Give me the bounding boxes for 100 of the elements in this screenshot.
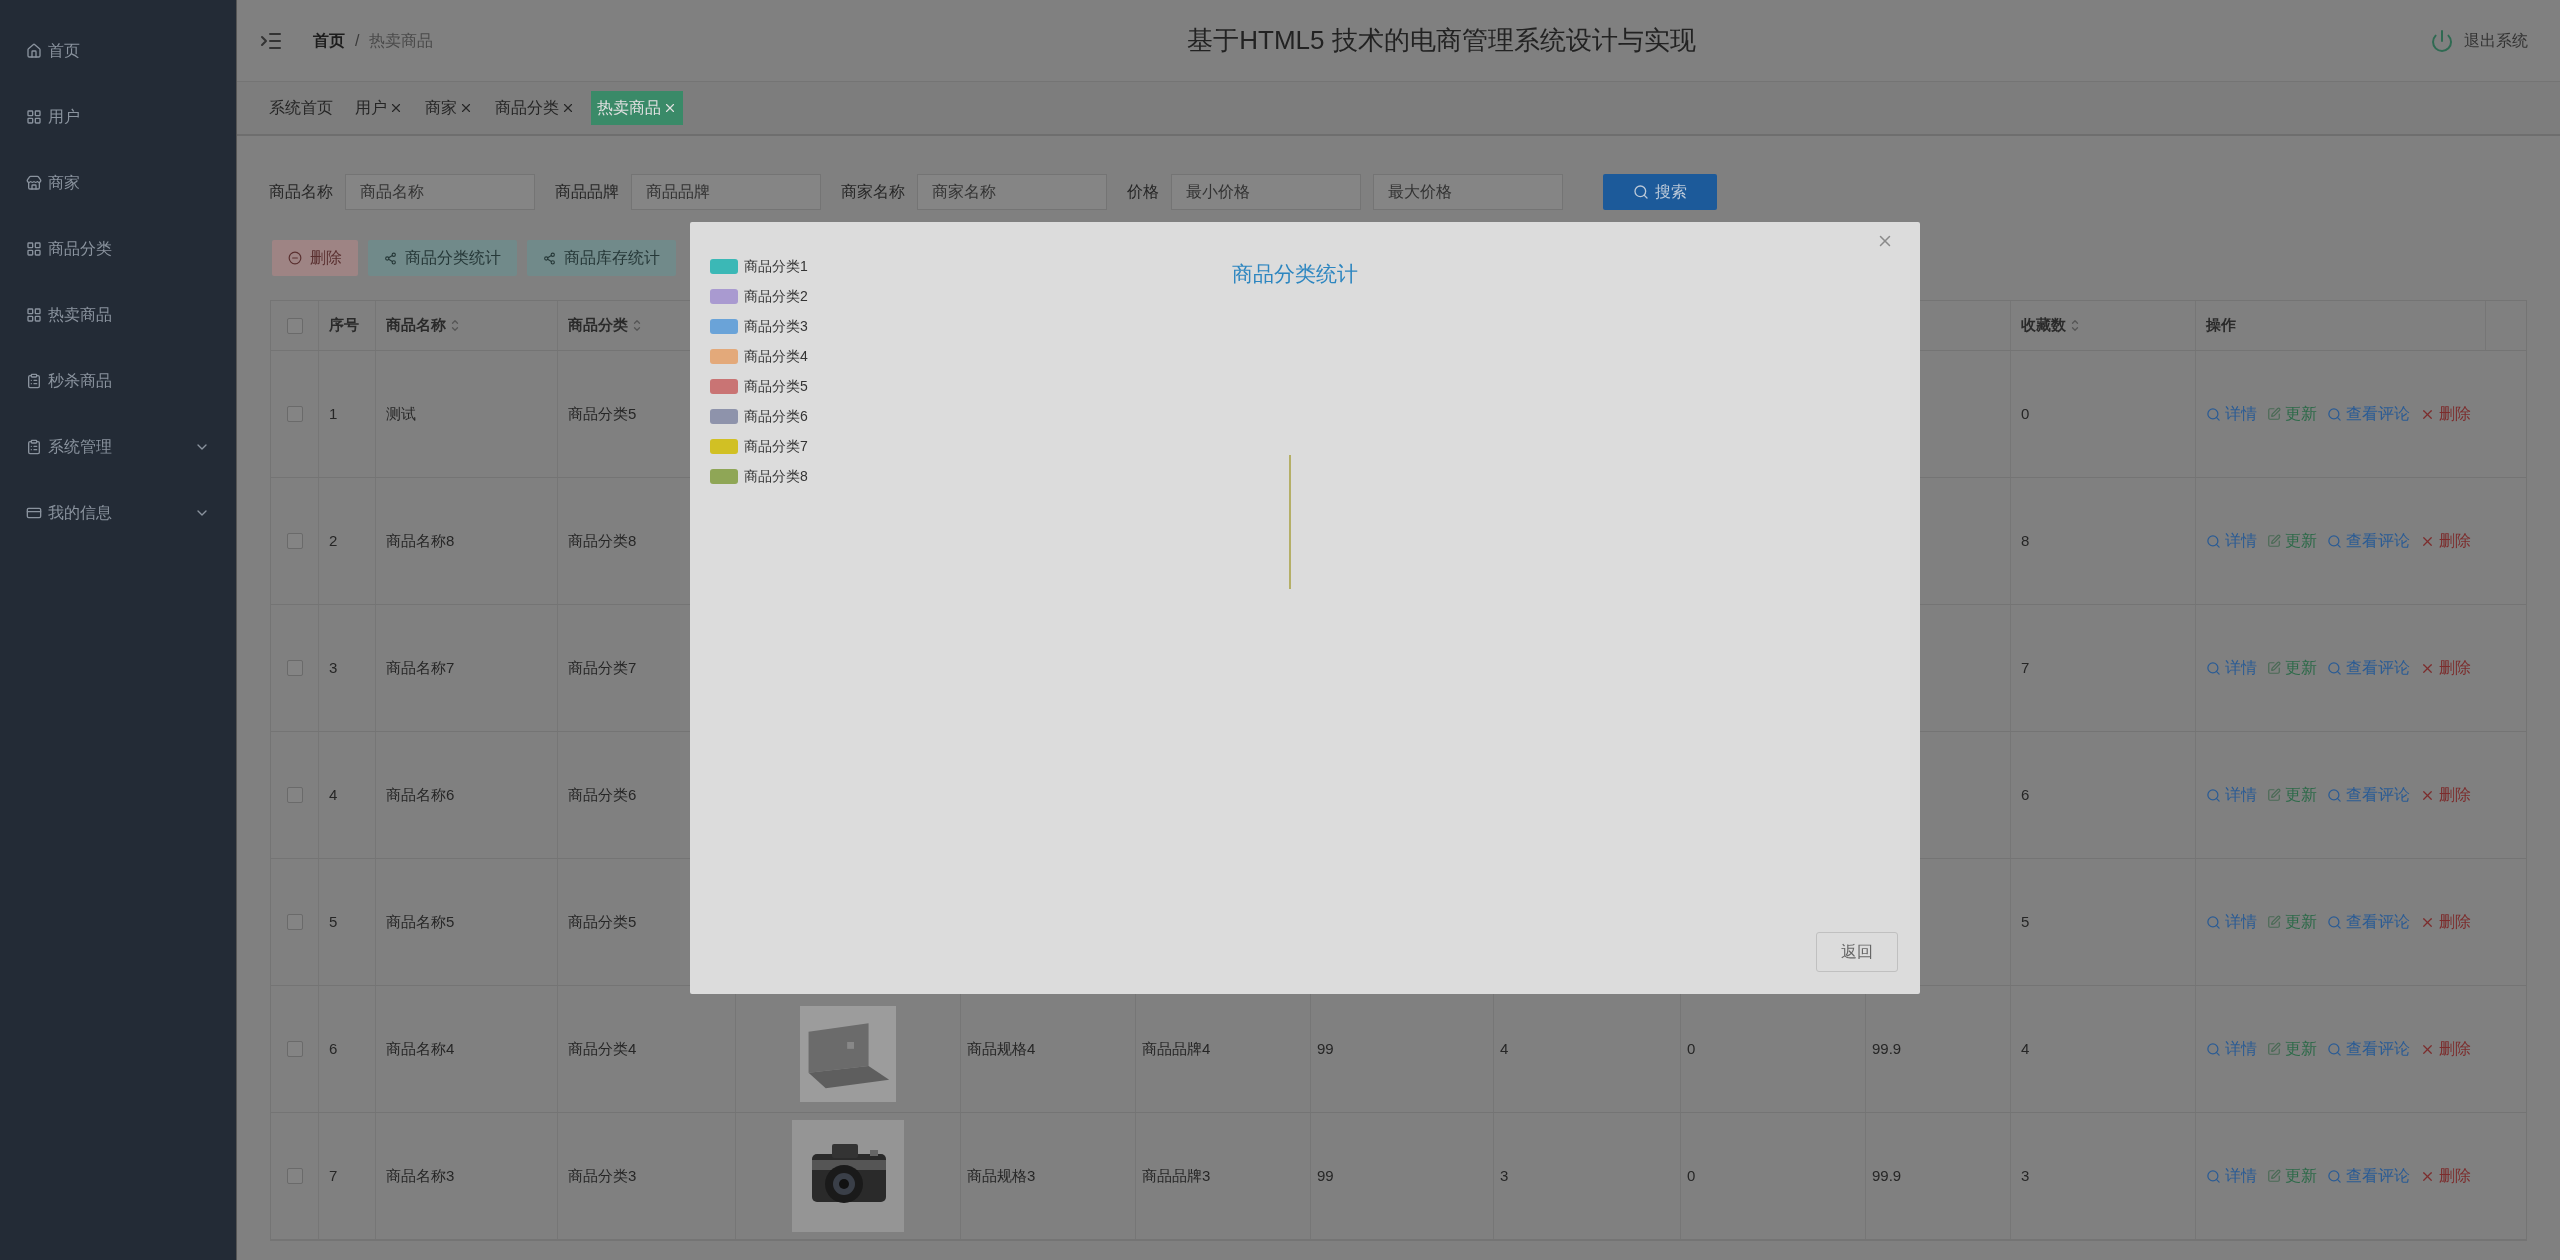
action-link[interactable]: 更新 bbox=[2267, 656, 2317, 680]
table-cell-text: 4 bbox=[2021, 1038, 2030, 1059]
action-link[interactable]: 删除 bbox=[2420, 529, 2471, 553]
tab[interactable]: 系统首页 bbox=[263, 91, 339, 125]
sidebar-item[interactable]: 首页 bbox=[0, 36, 236, 66]
input-field[interactable]: 商家名称 bbox=[917, 174, 1107, 210]
sidebar-item[interactable]: 热卖商品 bbox=[0, 300, 236, 330]
sidebar-item[interactable]: 秒杀商品 bbox=[0, 366, 236, 396]
table-cell-text: 商品分类5 bbox=[568, 403, 637, 424]
close-icon[interactable] bbox=[459, 101, 473, 115]
logout-button[interactable]: 退出系统 bbox=[2430, 28, 2528, 53]
action-link[interactable]: 查看评论 bbox=[2327, 910, 2410, 934]
table-cell-text: 0 bbox=[1687, 1038, 1696, 1059]
table-cell-text: 测试 bbox=[386, 403, 416, 424]
close-icon[interactable] bbox=[389, 101, 403, 115]
action-link[interactable]: 查看评论 bbox=[2327, 402, 2410, 426]
action-link[interactable]: 查看评论 bbox=[2327, 529, 2410, 553]
sidebar-item[interactable]: 商品分类 bbox=[0, 234, 236, 264]
search-icon bbox=[2327, 533, 2342, 549]
action-link[interactable]: 详情 bbox=[2206, 529, 2257, 553]
checkbox[interactable] bbox=[286, 660, 303, 676]
table-cell-text: 8 bbox=[2021, 530, 2030, 551]
toolbar-button[interactable]: 商品分类统计 bbox=[368, 240, 517, 276]
action-link[interactable]: 详情 bbox=[2206, 783, 2257, 807]
search-icon bbox=[2327, 406, 2342, 422]
sidebar-item[interactable]: 商家 bbox=[0, 168, 236, 198]
action-link[interactable]: 更新 bbox=[2267, 783, 2317, 807]
table-cell-text: 商品分类4 bbox=[568, 1038, 637, 1059]
menu-item-icon bbox=[26, 175, 42, 191]
action-link[interactable]: 更新 bbox=[2267, 402, 2317, 426]
legend-label: 商品分类3 bbox=[744, 317, 808, 336]
table-cell-text: 99 bbox=[1317, 1038, 1334, 1059]
action-link[interactable]: 删除 bbox=[2420, 783, 2471, 807]
input-field[interactable]: 最大价格 bbox=[1373, 174, 1563, 210]
table-cell-text: 商品名称6 bbox=[386, 784, 455, 805]
action-link[interactable]: 查看评论 bbox=[2327, 1164, 2410, 1188]
tab[interactable]: 热卖商品 bbox=[591, 91, 683, 125]
share-icon bbox=[543, 251, 556, 265]
checkbox[interactable] bbox=[286, 914, 303, 930]
menu-item-icon bbox=[26, 505, 42, 521]
action-link[interactable]: 删除 bbox=[2420, 1037, 2471, 1061]
table-cell-text: 5 bbox=[2021, 911, 2030, 932]
action-link[interactable]: 详情 bbox=[2206, 1164, 2257, 1188]
action-link[interactable]: 更新 bbox=[2267, 1037, 2317, 1061]
checkbox[interactable] bbox=[286, 787, 303, 803]
table-cell-text: 99.9 bbox=[1872, 1038, 1902, 1059]
table-cell-text: 商品分类7 bbox=[568, 657, 637, 678]
tab[interactable]: 用户 bbox=[349, 91, 409, 125]
tab[interactable]: 商家 bbox=[419, 91, 479, 125]
action-link[interactable]: 删除 bbox=[2420, 1164, 2471, 1188]
back-button[interactable]: 返回 bbox=[1816, 932, 1898, 972]
action-link[interactable]: 查看评论 bbox=[2327, 1037, 2410, 1061]
search-icon bbox=[2327, 914, 2342, 930]
edit-icon bbox=[2267, 1169, 2281, 1183]
search-icon bbox=[1633, 184, 1649, 200]
toolbar-button[interactable]: 商品库存统计 bbox=[527, 240, 676, 276]
action-link[interactable]: 查看评论 bbox=[2327, 783, 2410, 807]
search-button[interactable]: 搜索 bbox=[1603, 174, 1717, 210]
checkbox[interactable] bbox=[286, 1168, 303, 1184]
action-link[interactable]: 详情 bbox=[2206, 656, 2257, 680]
action-link[interactable]: 详情 bbox=[2206, 1037, 2257, 1061]
input-field[interactable]: 商品名称 bbox=[345, 174, 535, 210]
table-cell-text: 4 bbox=[329, 784, 338, 805]
filter-label: 商家名称 bbox=[841, 182, 905, 202]
column-header: 商品分类 bbox=[568, 315, 628, 336]
table-cell-text: 商品名称7 bbox=[386, 657, 455, 678]
toolbar-button[interactable]: 删除 bbox=[272, 240, 358, 276]
action-link[interactable]: 更新 bbox=[2267, 1164, 2317, 1188]
checkbox[interactable] bbox=[286, 406, 303, 422]
search-icon bbox=[2206, 533, 2221, 549]
action-link[interactable]: 更新 bbox=[2267, 529, 2317, 553]
sort-icon[interactable] bbox=[632, 317, 642, 334]
checkbox[interactable] bbox=[286, 317, 303, 334]
sidebar-item[interactable]: 我的信息 bbox=[0, 498, 236, 528]
action-link[interactable]: 详情 bbox=[2206, 910, 2257, 934]
action-link[interactable]: 删除 bbox=[2420, 402, 2471, 426]
table-cell-text: 商品规格3 bbox=[967, 1165, 1036, 1186]
action-link[interactable]: 详情 bbox=[2206, 402, 2257, 426]
menu-item-icon bbox=[26, 241, 42, 257]
sidebar-item[interactable]: 用户 bbox=[0, 102, 236, 132]
checkbox[interactable] bbox=[286, 1041, 303, 1057]
input-field[interactable]: 最小价格 bbox=[1171, 174, 1361, 210]
sort-icon[interactable] bbox=[450, 317, 460, 334]
sidebar-item[interactable]: 系统管理 bbox=[0, 432, 236, 462]
close-icon[interactable] bbox=[663, 101, 677, 115]
search-icon bbox=[2206, 1041, 2221, 1057]
action-link[interactable]: 删除 bbox=[2420, 656, 2471, 680]
tab[interactable]: 商品分类 bbox=[489, 91, 581, 125]
checkbox[interactable] bbox=[286, 533, 303, 549]
breadcrumb-link[interactable]: 首页 bbox=[313, 28, 345, 53]
edit-icon bbox=[2267, 915, 2281, 929]
action-link[interactable]: 更新 bbox=[2267, 910, 2317, 934]
column-header: 操作 bbox=[2206, 315, 2236, 336]
sort-icon[interactable] bbox=[2070, 317, 2080, 334]
action-link[interactable]: 删除 bbox=[2420, 910, 2471, 934]
filter-label: 价格 bbox=[1127, 182, 1159, 202]
close-icon[interactable] bbox=[561, 101, 575, 115]
input-field[interactable]: 商品品牌 bbox=[631, 174, 821, 210]
action-link[interactable]: 查看评论 bbox=[2327, 656, 2410, 680]
search-icon bbox=[2206, 1168, 2221, 1184]
